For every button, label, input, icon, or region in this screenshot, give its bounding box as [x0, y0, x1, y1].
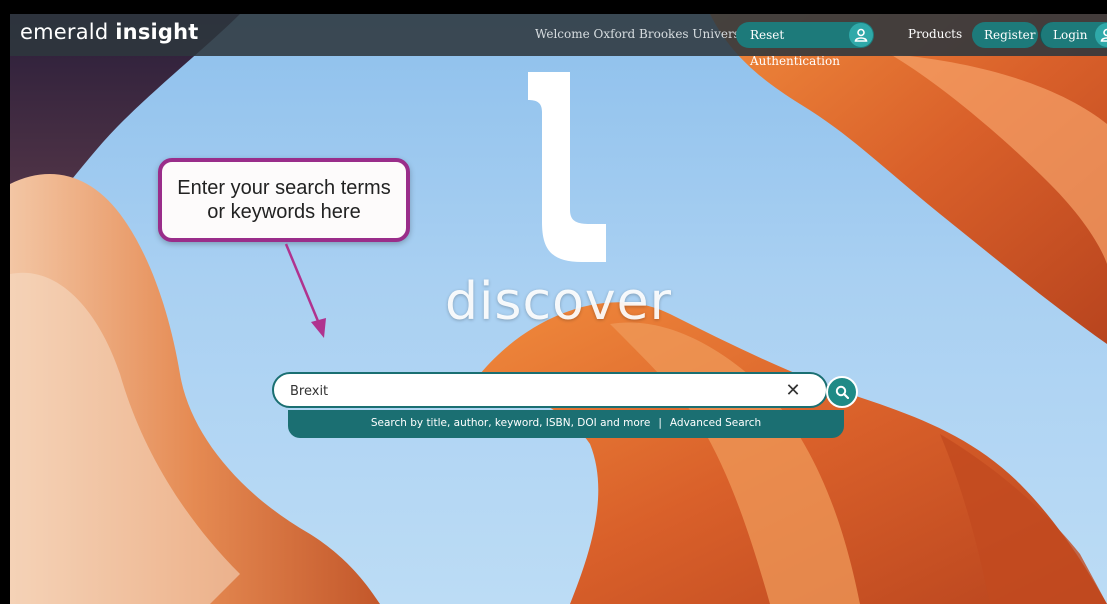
- products-link[interactable]: Products: [908, 27, 962, 41]
- callout-line-2: or keywords here: [207, 201, 361, 223]
- reset-authentication-button[interactable]: Reset Authentication: [736, 22, 874, 68]
- register-label: Register: [984, 28, 1036, 42]
- page-viewport: emerald insight Welcome Oxford Brookes U…: [10, 14, 1107, 604]
- logo-light-text: emerald: [20, 20, 109, 44]
- video-frame: emerald insight Welcome Oxford Brookes U…: [0, 0, 1107, 604]
- emerald-glyph-logo: [528, 72, 606, 262]
- search-box: ✕: [272, 372, 828, 408]
- instruction-callout: Enter your search terms or keywords here: [158, 158, 410, 242]
- advanced-search-link[interactable]: Advanced Search: [670, 417, 761, 429]
- emerald-insight-logo[interactable]: emerald insight: [20, 20, 199, 44]
- search-button[interactable]: [826, 376, 858, 408]
- login-button[interactable]: Login: [1040, 22, 1107, 48]
- reset-authentication-label: Reset Authentication: [750, 28, 840, 68]
- top-navigation-bar: emerald insight Welcome Oxford Brookes U…: [10, 14, 1107, 68]
- login-user-icon: [1095, 23, 1107, 47]
- user-icon: [849, 23, 873, 47]
- callout-line-1: Enter your search terms: [177, 177, 391, 199]
- hint-separator: |: [658, 417, 662, 429]
- logo-bold-text: insight: [115, 20, 199, 44]
- callout-arrow: [284, 243, 326, 338]
- search-input[interactable]: [290, 380, 760, 402]
- discover-tagline: discover: [444, 272, 673, 332]
- clear-search-button[interactable]: ✕: [782, 380, 804, 402]
- search-hint-text: Search by title, author, keyword, ISBN, …: [370, 417, 651, 429]
- login-label: Login: [1053, 28, 1088, 42]
- welcome-message: Welcome Oxford Brookes University: [535, 27, 756, 41]
- search-icon: [835, 385, 849, 399]
- register-button[interactable]: Register: [972, 22, 1038, 48]
- search-hint-bar: Search by title, author, keyword, ISBN, …: [288, 410, 844, 438]
